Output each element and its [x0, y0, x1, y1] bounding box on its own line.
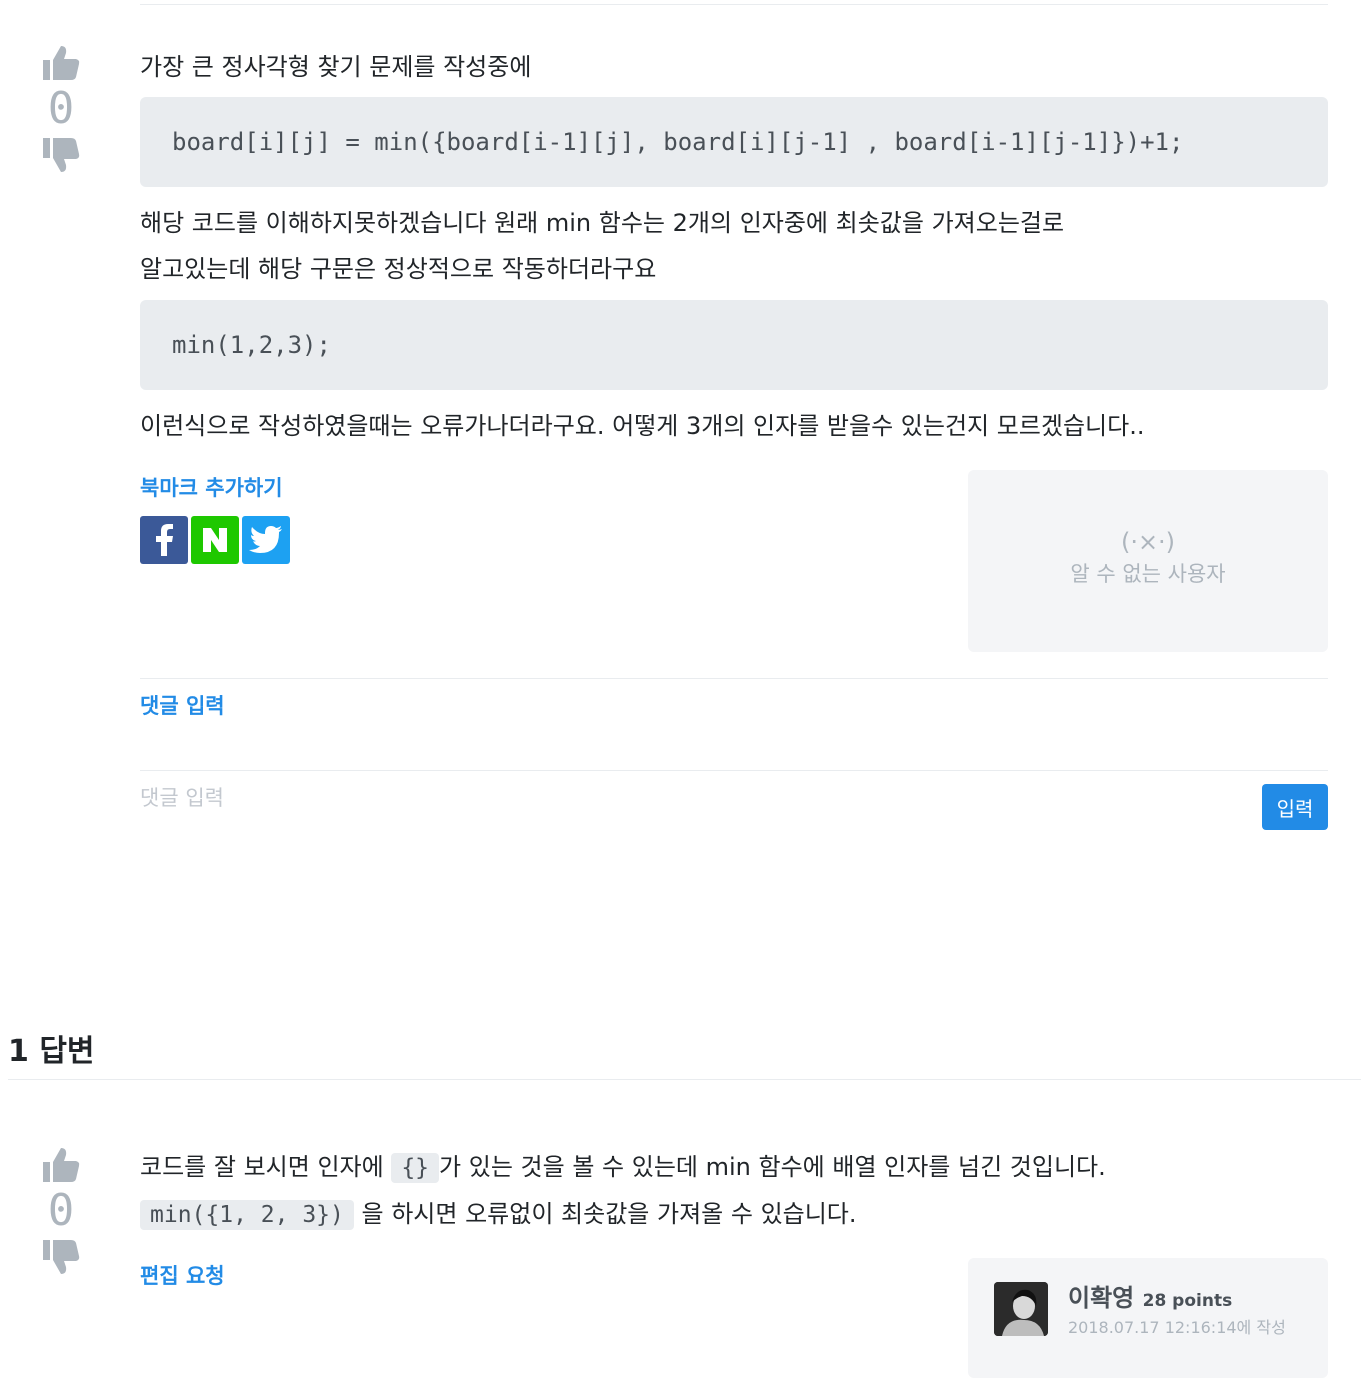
avatar[interactable] — [994, 1282, 1048, 1336]
twitter-share-button[interactable] — [242, 516, 290, 564]
question-line-1: 가장 큰 정사각형 찾기 문제를 작성중에 — [140, 53, 532, 81]
inline-code-braces: {} — [391, 1153, 440, 1183]
author-name[interactable]: 이확영 28 points — [1068, 1278, 1232, 1313]
naver-share-button[interactable] — [191, 516, 239, 564]
unknown-user-icon: (·×·) — [1120, 528, 1176, 556]
answer-author-card: 이확영 28 points 2018.07.17 12:16:14에 작성 — [968, 1258, 1328, 1378]
author-name-text[interactable]: 이확영 — [1068, 1284, 1134, 1312]
twitter-icon — [249, 526, 282, 553]
top-divider — [140, 4, 1328, 5]
answer-line-2: min({1, 2, 3}) 을 하시면 오류없이 최솟값을 가져올 수 있습니… — [140, 1191, 1328, 1238]
thumbs-down-icon[interactable] — [41, 136, 81, 174]
question-line-4: 이런식으로 작성하였을때는 오류가나더라구요. 어떻게 3개의 인자를 받을수 … — [140, 412, 1145, 440]
comment-input[interactable]: 댓글 입력 — [140, 782, 1240, 812]
comment-section: 댓글 입력 — [140, 690, 1328, 720]
question-author-card: (·×·) 알 수 없는 사용자 — [968, 470, 1328, 652]
thumbs-up-icon[interactable] — [41, 44, 81, 82]
answers-divider — [8, 1079, 1361, 1080]
question-paragraph-3: 이런식으로 작성하였을때는 오류가나더라구요. 어떻게 3개의 인자를 받을수 … — [140, 403, 1328, 449]
answer-line-1: 코드를 잘 보시면 인자에 {} 가 있는 것을 볼 수 있는데 min 함수에 … — [140, 1144, 1328, 1191]
comment-divider — [140, 678, 1328, 679]
share-buttons — [140, 516, 540, 564]
naver-icon — [203, 528, 227, 552]
author-points: 28 points — [1142, 1291, 1233, 1311]
comment-input-link[interactable]: 댓글 입력 — [140, 690, 225, 720]
answer-text-1a: 코드를 잘 보시면 인자에 — [140, 1153, 384, 1181]
question-vote-count: 0 — [47, 83, 75, 134]
facebook-share-button[interactable] — [140, 516, 188, 564]
answer-vote: 0 — [30, 1146, 92, 1276]
author-timestamp: 2018.07.17 12:16:14에 작성 — [1068, 1318, 1286, 1337]
edit-request-link[interactable]: 편집 요청 — [140, 1260, 225, 1290]
comment-input-divider — [140, 770, 1328, 771]
bookmark-link[interactable]: 북마크 추가하기 — [140, 472, 283, 502]
code-block-1: board[i][j] = min({board[i-1][j], board[… — [140, 97, 1328, 187]
code-block-2: min(1,2,3); — [140, 300, 1328, 390]
question-line-3: 알고있는데 해당 구문은 정상적으로 작동하더라구요 — [140, 255, 657, 283]
answers-count-title: 1 답변 — [8, 1034, 95, 1069]
question-paragraph-2: 해당 코드를 이해하지못하겠습니다 원래 min 함수는 2개의 인자중에 최솟… — [140, 200, 1328, 292]
thumbs-down-icon[interactable] — [41, 1238, 81, 1276]
question-line-2: 해당 코드를 이해하지못하겠습니다 원래 min 함수는 2개의 인자중에 최솟… — [140, 209, 1065, 237]
answer-vote-count: 0 — [47, 1185, 75, 1236]
question-vote: 0 — [30, 44, 92, 174]
question-actions: 북마크 추가하기 — [140, 472, 540, 564]
answer-body: 코드를 잘 보시면 인자에 {} 가 있는 것을 볼 수 있는데 min 함수에 … — [140, 1144, 1328, 1238]
inline-code-min: min({1, 2, 3}) — [140, 1200, 354, 1230]
user-photo-icon — [994, 1282, 1048, 1336]
comment-submit-button[interactable]: 입력 — [1262, 784, 1328, 830]
thumbs-up-icon[interactable] — [41, 1146, 81, 1184]
facebook-icon — [156, 524, 173, 556]
answer-actions: 편집 요청 — [140, 1260, 440, 1290]
question-body: 가장 큰 정사각형 찾기 문제를 작성중에 — [140, 44, 1328, 90]
unknown-user-name[interactable]: 알 수 없는 사용자 — [968, 558, 1328, 588]
answer-text-1b: 가 있는 것을 볼 수 있는데 min 함수에 배열 인자를 넘긴 것입니다. — [439, 1153, 1106, 1181]
answer-text-2b: 을 하시면 오류없이 최솟값을 가져올 수 있습니다. — [361, 1200, 857, 1228]
